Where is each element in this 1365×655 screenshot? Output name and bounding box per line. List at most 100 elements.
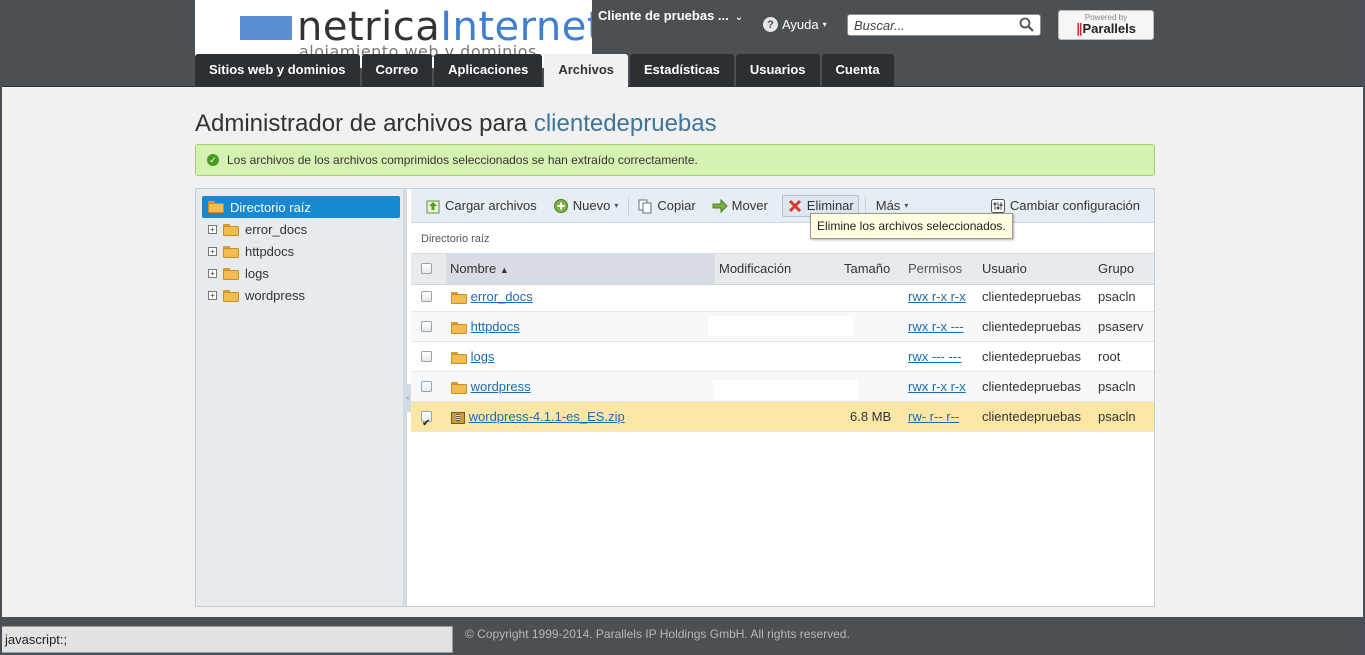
check-circle-icon: ✓ (207, 154, 219, 166)
tab-archivos[interactable]: Archivos (544, 54, 628, 87)
file-name-link[interactable]: logs (471, 349, 495, 364)
expand-icon[interactable]: + (208, 291, 217, 300)
powered-by-brand: ∥Parallels (1076, 21, 1136, 36)
delete-x-icon (788, 199, 801, 212)
move-button[interactable]: Mover (708, 195, 772, 217)
move-arrow-icon (712, 198, 728, 213)
tab-estadisticas[interactable]: Estadísticas (630, 54, 734, 86)
upload-button[interactable]: Cargar archivos (421, 195, 541, 217)
file-name-link[interactable]: wordpress-4.1.1-es_ES.zip (469, 409, 625, 424)
search-icon[interactable] (1019, 17, 1035, 38)
sort-asc-icon: ▲ (499, 265, 509, 275)
column-name[interactable]: Nombre ▲ (446, 254, 715, 284)
file-user: clientedepruebas (982, 289, 1082, 304)
tree-item-wordpress[interactable]: + wordpress (208, 288, 305, 303)
page-title: Administrador de archivos para clientede… (195, 110, 717, 137)
column-user[interactable]: Usuario (982, 254, 1027, 284)
client-selector-label: Cliente de pruebas ... (598, 8, 729, 23)
new-button[interactable]: Nuevo ▾ (549, 195, 623, 217)
table-header: Nombre ▲ Modificación Tamaño Permisos Us… (411, 253, 1154, 285)
column-permissions[interactable]: Permisos (908, 254, 962, 284)
tree-item-error-docs[interactable]: + error_docs (208, 222, 307, 237)
folder-icon (451, 381, 467, 394)
tree-root-label: Directorio raíz (230, 199, 311, 215)
help-menu[interactable]: ? Ayuda ▾ (763, 17, 827, 32)
modified-cell (708, 316, 853, 336)
toolbar-divider (864, 196, 866, 215)
title-username: clientedepruebas (533, 110, 717, 137)
column-group[interactable]: Grupo (1098, 254, 1134, 284)
file-name-link[interactable]: wordpress (471, 379, 531, 394)
folder-icon (451, 351, 467, 364)
folder-icon (223, 223, 239, 236)
folder-icon (223, 267, 239, 280)
help-label: Ayuda (782, 17, 819, 32)
row-checkbox[interactable] (421, 313, 432, 343)
success-message-text: Los archivos de los archivos comprimidos… (227, 153, 698, 167)
logo-mark (240, 16, 292, 40)
tab-sitios-web[interactable]: Sitios web y dominios (195, 54, 360, 86)
table-row[interactable]: httpdocs rwx r-x --- clientedepruebas ps… (411, 312, 1154, 342)
file-user: clientedepruebas (982, 409, 1082, 424)
copy-button[interactable]: Copiar (633, 195, 699, 217)
file-group: psaserv (1098, 319, 1144, 334)
expand-icon[interactable]: + (208, 247, 217, 256)
permissions-link[interactable]: rwx r-x r-x (908, 379, 966, 394)
search-box (847, 14, 1041, 36)
column-size[interactable]: Tamaño (844, 254, 890, 284)
permissions-link[interactable]: rwx --- --- (908, 349, 961, 364)
powered-by-badge[interactable]: Powered by ∥Parallels (1058, 10, 1154, 40)
client-selector[interactable]: Cliente de pruebas ... ⌄ (598, 8, 743, 23)
row-checkbox[interactable] (421, 403, 432, 439)
main-tabs: Sitios web y dominios Correo Aplicacione… (195, 54, 894, 87)
permissions-link[interactable]: rw- r-- r-- (908, 409, 959, 424)
success-message: ✓ Los archivos de los archivos comprimid… (195, 144, 1155, 176)
file-size: 6.8 MB (850, 409, 892, 424)
upload-icon (426, 200, 440, 213)
expand-icon[interactable]: + (208, 225, 217, 234)
folder-icon (223, 245, 239, 258)
select-all-checkbox[interactable] (421, 255, 432, 285)
table-row[interactable]: logs rwx --- --- clientedepruebas root (411, 342, 1154, 372)
browser-status-bar: javascript:; (0, 626, 453, 653)
folder-icon (451, 291, 467, 304)
column-modified[interactable]: Modificación (719, 254, 791, 284)
tab-correo[interactable]: Correo (361, 54, 433, 86)
folder-icon (223, 289, 239, 302)
row-checkbox[interactable] (421, 283, 432, 313)
file-name-link[interactable]: httpdocs (471, 319, 520, 334)
permissions-link[interactable]: rwx r-x r-x (908, 289, 966, 304)
chevron-down-icon: ▾ (904, 201, 909, 210)
table-row[interactable]: error_docs rwx r-x r-x clientedepruebas … (411, 282, 1154, 312)
row-checkbox[interactable] (421, 343, 432, 373)
copyright-text: © Copyright 1999-2014. Parallels IP Hold… (465, 627, 850, 641)
copy-icon (638, 199, 652, 213)
tree-item-httpdocs[interactable]: + httpdocs (208, 244, 294, 259)
file-group: root (1098, 349, 1121, 364)
file-name-link[interactable]: error_docs (471, 289, 533, 304)
tree-item-logs[interactable]: + logs (208, 266, 269, 281)
file-group: psacln (1098, 289, 1136, 304)
breadcrumb[interactable]: Directorio raíz (421, 233, 489, 245)
folder-icon (208, 201, 224, 213)
search-input[interactable] (848, 15, 1020, 35)
file-group: psacln (1098, 379, 1136, 394)
chevron-down-icon: ▾ (614, 201, 619, 210)
table-row-selected[interactable]: wordpress-4.1.1-es_ES.zip 6.8 MB rw- r--… (411, 402, 1154, 439)
row-checkbox[interactable] (421, 373, 432, 403)
tab-aplicaciones[interactable]: Aplicaciones (434, 54, 543, 86)
file-user: clientedepruebas (982, 349, 1082, 364)
table-row[interactable]: wordpress rwx r-x r-x clientedepruebas p… (411, 372, 1154, 402)
tab-usuarios[interactable]: Usuarios (735, 54, 820, 86)
file-toolbar: Cargar archivos Nuevo ▾ Copiar Mover Elim… (411, 189, 1154, 223)
permissions-link[interactable]: rwx r-x --- (908, 319, 964, 334)
tab-cuenta[interactable]: Cuenta (821, 54, 894, 86)
tree-root[interactable]: Directorio raíz (202, 196, 400, 218)
top-header: netricaInternet alojamiento web y domini… (0, 0, 1365, 87)
add-icon (553, 198, 568, 213)
chevron-down-icon: ▾ (822, 20, 827, 29)
expand-icon[interactable]: + (208, 269, 217, 278)
chevron-down-icon: ⌄ (734, 12, 744, 23)
delete-tooltip: Elimine los archivos seleccionados. (810, 213, 1013, 239)
file-manager-panel: Directorio raíz + error_docs + httpdocs … (195, 188, 1155, 607)
